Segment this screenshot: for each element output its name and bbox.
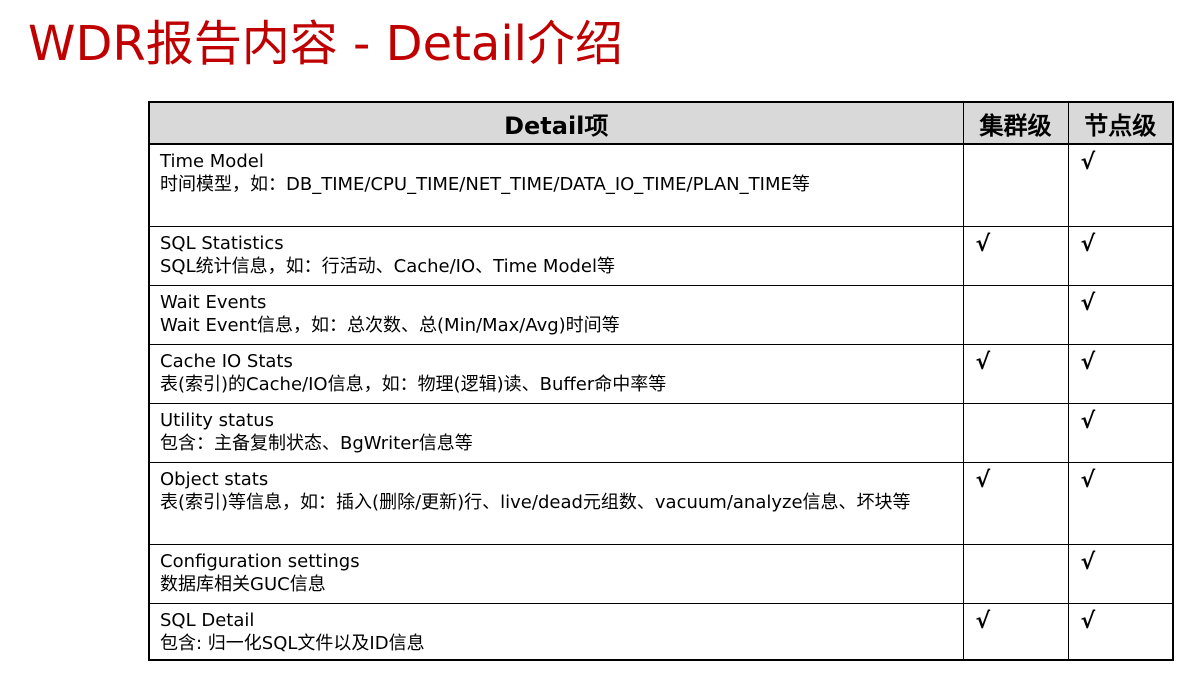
cluster-check-cell	[962, 403, 1069, 463]
header-cluster: 集群级	[962, 101, 1069, 145]
table-row: Configuration settings 数据库相关GUC信息 √	[148, 544, 1174, 604]
item-desc: 表(索引)等信息，如：插入(删除/更新)行、live/dead元组数、vacuu…	[160, 492, 911, 513]
cluster-check-cell	[962, 285, 1069, 345]
detail-cell: Cache IO Stats 表(索引)的Cache/IO信息，如：物理(逻辑)…	[148, 344, 964, 404]
cluster-check-cell	[962, 544, 1069, 604]
item-name: Configuration settings	[160, 551, 360, 572]
detail-cell: SQL Detail 包含: 归一化SQL文件以及ID信息	[148, 603, 964, 661]
cluster-check-cell	[962, 143, 1069, 227]
table-row: Object stats 表(索引)等信息，如：插入(删除/更新)行、live/…	[148, 462, 1174, 545]
node-check-cell: √	[1067, 285, 1174, 345]
node-check-cell: √	[1067, 544, 1174, 604]
item-name: Cache IO Stats	[160, 351, 293, 372]
header-detail: Detail项	[148, 101, 964, 145]
table-header-row: Detail项 集群级 节点级	[148, 101, 1174, 145]
item-name: SQL Detail	[160, 610, 255, 631]
node-check-cell: √	[1067, 143, 1174, 227]
table-row: Wait Events Wait Event信息，如：总次数、总(Min/Max…	[148, 285, 1174, 345]
item-desc: 时间模型，如：DB_TIME/CPU_TIME/NET_TIME/DATA_IO…	[160, 174, 810, 195]
node-check-cell: √	[1067, 226, 1174, 286]
table-row: SQL Detail 包含: 归一化SQL文件以及ID信息 √ √	[148, 603, 1174, 661]
node-check-cell: √	[1067, 403, 1174, 463]
item-desc: 包含: 归一化SQL文件以及ID信息	[160, 633, 425, 654]
item-desc: 数据库相关GUC信息	[160, 574, 326, 595]
detail-cell: Utility status 包含：主备复制状态、BgWriter信息等	[148, 403, 964, 463]
detail-table: Detail项 集群级 节点级 Time Model 时间模型，如：DB_TIM…	[148, 101, 1174, 661]
detail-cell: Object stats 表(索引)等信息，如：插入(删除/更新)行、live/…	[148, 462, 964, 545]
slide-title: WDR报告内容 - Detail介绍	[28, 16, 624, 72]
table-row: Cache IO Stats 表(索引)的Cache/IO信息，如：物理(逻辑)…	[148, 344, 1174, 404]
header-node: 节点级	[1067, 101, 1174, 145]
detail-cell: Configuration settings 数据库相关GUC信息	[148, 544, 964, 604]
item-desc: 表(索引)的Cache/IO信息，如：物理(逻辑)读、Buffer命中率等	[160, 374, 667, 395]
item-name: Wait Events	[160, 292, 267, 313]
item-desc: Wait Event信息，如：总次数、总(Min/Max/Avg)时间等	[160, 315, 620, 336]
cluster-check-cell: √	[962, 462, 1069, 545]
node-check-cell: √	[1067, 462, 1174, 545]
detail-cell: SQL Statistics SQL统计信息，如：行活动、Cache/IO、Ti…	[148, 226, 964, 286]
table-row: SQL Statistics SQL统计信息，如：行活动、Cache/IO、Ti…	[148, 226, 1174, 286]
detail-cell: Wait Events Wait Event信息，如：总次数、总(Min/Max…	[148, 285, 964, 345]
item-name: SQL Statistics	[160, 233, 284, 254]
cluster-check-cell: √	[962, 603, 1069, 661]
item-desc: SQL统计信息，如：行活动、Cache/IO、Time Model等	[160, 256, 615, 277]
table-row: Time Model 时间模型，如：DB_TIME/CPU_TIME/NET_T…	[148, 143, 1174, 227]
detail-cell: Time Model 时间模型，如：DB_TIME/CPU_TIME/NET_T…	[148, 143, 964, 227]
node-check-cell: √	[1067, 603, 1174, 661]
item-name: Object stats	[160, 469, 269, 490]
cluster-check-cell: √	[962, 226, 1069, 286]
item-name: Utility status	[160, 410, 274, 431]
item-name: Time Model	[160, 151, 264, 172]
table-row: Utility status 包含：主备复制状态、BgWriter信息等 √	[148, 403, 1174, 463]
cluster-check-cell: √	[962, 344, 1069, 404]
item-desc: 包含：主备复制状态、BgWriter信息等	[160, 433, 473, 454]
node-check-cell: √	[1067, 344, 1174, 404]
